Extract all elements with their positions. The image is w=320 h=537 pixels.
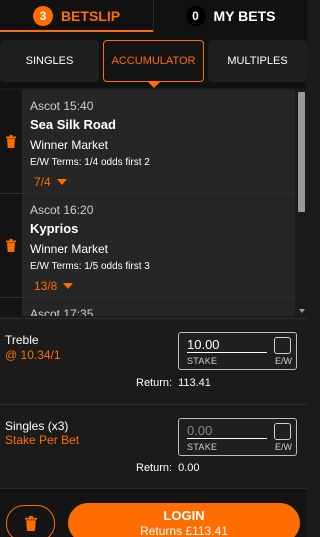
tab-betslip[interactable]: 3 BETSLIP [0, 0, 153, 32]
odds-dropdown[interactable]: 7/4 [30, 173, 285, 191]
treble-stake-box: STAKE E/W [178, 332, 297, 370]
race-time: Ascot 17:35 [30, 307, 94, 316]
return-value: 113.41 [178, 377, 211, 389]
tab-singles-label: SINGLES [25, 55, 74, 67]
runner-name: Sea Silk Road [30, 117, 116, 132]
selection-details: Ascot 15:40 Sea Silk Road Winner Market … [22, 90, 295, 193]
tab-my-bets[interactable]: 0 MY BETS [153, 0, 307, 32]
stake-caption: STAKE [187, 356, 218, 366]
caret-down-icon [56, 179, 67, 185]
singles-stake-box: STAKE E/W [178, 418, 297, 456]
ew-caption: E/W [275, 442, 292, 452]
treble-stake-input[interactable] [187, 337, 267, 353]
odds-value: 7/4 [34, 175, 51, 189]
tab-betslip-label: BETSLIP [60, 8, 121, 24]
tab-multiples[interactable]: MULTIPLES [208, 40, 307, 82]
ew-caption: E/W [275, 356, 292, 366]
treble-odds: @ 10.34/1 [5, 348, 61, 362]
remove-selection-button[interactable] [0, 298, 22, 316]
selection-details: Ascot 16:20 Kyprios Winner Market E/W Te… [22, 194, 295, 297]
race-time: Ascot 16:20 [30, 203, 94, 217]
selections-list[interactable]: Ascot 15:40 Sea Silk Road Winner Market … [0, 90, 295, 316]
ew-terms: E/W Terms: 1/4 odds first 2 [30, 157, 150, 168]
tab-accumulator[interactable]: ACCUMULATOR [103, 40, 204, 88]
remove-selection-button[interactable] [0, 194, 22, 297]
trash-icon [6, 239, 16, 252]
selections-scrollbar[interactable] [296, 90, 307, 316]
odds-dropdown[interactable]: 13/8 [30, 277, 285, 295]
singles-label: Singles (x3) [5, 419, 69, 433]
market-name: Winner Market [30, 138, 109, 152]
login-label: LOGIN [163, 507, 205, 523]
singles-ew-checkbox[interactable] [274, 423, 291, 440]
treble-label: Treble [5, 333, 39, 347]
trash-icon [24, 516, 37, 531]
selection-card: Ascot 17:35 [0, 298, 295, 316]
tab-accumulator-label: ACCUMULATOR [111, 55, 196, 67]
bet-type-tabs: SINGLES ACCUMULATOR MULTIPLES [0, 32, 307, 88]
caret-down-icon [63, 283, 74, 289]
market-name: Winner Market [30, 242, 109, 256]
active-tab-caret-icon [147, 82, 160, 88]
scrollbar-thumb[interactable] [298, 92, 305, 212]
singles-stake-input[interactable] [187, 423, 267, 439]
trash-icon [6, 135, 16, 148]
login-button[interactable]: LOGIN Returns £113.41 [68, 503, 300, 537]
odds-value: 13/8 [34, 279, 58, 293]
return-label: Return: [136, 377, 173, 389]
tab-singles[interactable]: SINGLES [0, 40, 99, 82]
tab-my-bets-label: MY BETS [213, 8, 276, 24]
runner-name: Kyprios [30, 221, 79, 236]
scroll-down-arrow-icon[interactable] [299, 309, 305, 313]
remove-selection-button[interactable] [0, 90, 22, 193]
potential-returns: Returns £113.41 [140, 523, 228, 537]
betslip-count-badge: 3 [32, 6, 53, 26]
selection-card: Ascot 15:40 Sea Silk Road Winner Market … [0, 90, 295, 194]
singles-stake-row: Singles (x3) Stake Per Bet STAKE E/W Ret… [0, 404, 307, 486]
betslip-footer: LOGIN Returns £113.41 [0, 488, 307, 537]
betslip-app: 3 BETSLIP 0 MY BETS SINGLES ACCUMULATOR … [0, 0, 307, 537]
top-tabs: 3 BETSLIP 0 MY BETS [0, 0, 307, 32]
singles-return: Return: 0.00 [136, 462, 200, 474]
return-label: Return: [136, 462, 173, 474]
ew-terms: E/W Terms: 1/5 odds first 3 [30, 261, 150, 272]
selection-card: Ascot 16:20 Kyprios Winner Market E/W Te… [0, 194, 295, 298]
treble-stake-row: Treble @ 10.34/1 STAKE E/W Return: 113.41 [0, 318, 307, 404]
my-bets-count-badge: 0 [185, 6, 206, 26]
delete-all-button[interactable] [6, 505, 55, 537]
return-value: 0.00 [178, 462, 200, 474]
singles-sub: Stake Per Bet [5, 433, 80, 447]
treble-return: Return: 113.41 [136, 377, 211, 389]
stake-caption: STAKE [187, 442, 218, 452]
treble-ew-checkbox[interactable] [274, 337, 291, 354]
race-time: Ascot 15:40 [30, 99, 94, 113]
tab-multiples-label: MULTIPLES [227, 55, 288, 67]
selection-details: Ascot 17:35 [22, 298, 295, 316]
